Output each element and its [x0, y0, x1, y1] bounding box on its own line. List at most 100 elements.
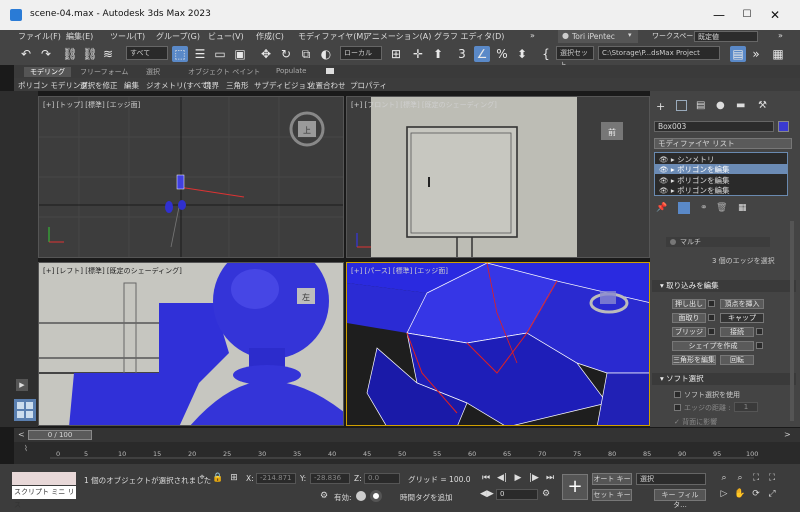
toolbar-overflow-chevron[interactable]: »	[748, 46, 764, 62]
keyboard-shortcut-icon[interactable]: ⬆	[430, 46, 446, 62]
orbit-icon[interactable]: ⟳	[750, 488, 762, 500]
user-account[interactable]: ● Tori iPentec ▾	[558, 30, 638, 43]
angle-snap-icon[interactable]: ∠	[474, 46, 490, 62]
configure-sets-icon[interactable]: ▦	[738, 203, 747, 213]
stack-item-edit-poly-3[interactable]: 👁 ▸ ポリゴンを編集	[659, 185, 730, 196]
minimize-button[interactable]: —	[710, 6, 728, 24]
y-coord-field[interactable]: -28.836	[310, 473, 350, 484]
time-slider-thumb[interactable]: 0 / 100	[28, 430, 92, 440]
tab-freeform[interactable]: フリーフォーム	[80, 67, 128, 77]
set-key-button[interactable]: セット キー	[592, 489, 632, 501]
use-soft-selection-checkbox[interactable]	[674, 391, 681, 398]
time-tag-icon[interactable]	[370, 490, 382, 502]
move-icon[interactable]: ✥	[258, 46, 274, 62]
menu-edit[interactable]: 編集(E)	[66, 31, 93, 42]
edit-triangles-button[interactable]: 三角形を編集	[672, 355, 716, 365]
bridge-settings-icon[interactable]	[708, 328, 715, 335]
affect-backfacing-option[interactable]: ✓ 背面に影響	[674, 417, 717, 427]
viewport-left[interactable]: 左 [+] [レフト] [標準] [既定のシェーディング]	[38, 262, 344, 426]
insert-vertex-button[interactable]: 頂点を挿入	[720, 299, 764, 309]
menu-tools[interactable]: ツール(T)	[110, 31, 145, 42]
key-selection-dropdown[interactable]: 選択	[636, 473, 706, 485]
select-object-icon[interactable]: ⬚	[172, 46, 188, 62]
zoom-all-icon[interactable]: ⌕	[734, 472, 746, 484]
current-frame-field[interactable]: 0	[496, 489, 538, 500]
x-coord-field[interactable]: -214.871	[256, 473, 296, 484]
maxscript-listener-top[interactable]	[12, 472, 76, 485]
viewport-top-label[interactable]: [+] [トップ] [標準] [エッジ面]	[43, 100, 140, 110]
goto-end-icon[interactable]: ⏭	[544, 472, 556, 484]
add-time-tag-label[interactable]: 時間タグを追加	[400, 492, 453, 503]
selection-filter-dropdown[interactable]: すべて	[126, 46, 168, 60]
menu-modifiers[interactable]: モディファイヤ(M)	[298, 31, 366, 42]
create-tab-icon[interactable]: +	[656, 100, 665, 113]
unlink-icon[interactable]: ⛓	[82, 46, 98, 62]
menu-group[interactable]: グループ(G)	[156, 31, 200, 42]
ribbon-triangles[interactable]: 三角形	[226, 80, 249, 91]
ribbon-properties[interactable]: プロパティ	[350, 80, 387, 91]
next-key-icon[interactable]: |▶	[528, 472, 540, 484]
enabled-toggle[interactable]	[356, 491, 366, 501]
auto-key-button[interactable]: オート キー	[592, 473, 632, 485]
menu-animation[interactable]: アニメーション(A)	[364, 31, 431, 42]
snaps-toggle-icon[interactable]: 3	[454, 46, 470, 62]
project-path-field[interactable]: C:\Storage\P...dsMax Project	[598, 46, 720, 60]
tab-object-paint[interactable]: オブジェクト ペイント	[188, 67, 260, 77]
edit-named-sets-icon[interactable]: {	[538, 46, 554, 62]
display-tab-icon[interactable]: ▬	[736, 100, 745, 111]
menu-file[interactable]: ファイル(F)	[18, 31, 61, 42]
undo-icon[interactable]: ↶	[18, 46, 34, 62]
ribbon-edit[interactable]: 編集	[124, 80, 139, 91]
zoom-extents-all-icon[interactable]: ⛶	[766, 472, 778, 484]
create-shape-settings-icon[interactable]	[756, 342, 763, 349]
remove-modifier-icon[interactable]: 🗑	[716, 203, 727, 213]
connect-button[interactable]: 接続	[720, 327, 754, 337]
modify-tab-icon[interactable]	[676, 100, 687, 111]
spinner-snap-icon[interactable]: ⬍	[514, 46, 530, 62]
window-crossing-icon[interactable]: ▣	[232, 46, 248, 62]
fov-icon[interactable]: ▷	[718, 488, 730, 500]
viewport-perspective[interactable]: [+] [パース] [標準] [エッジ面]	[346, 262, 650, 426]
time-config-icon[interactable]: ⚙	[540, 488, 552, 500]
object-color-swatch[interactable]	[778, 121, 789, 132]
isolate-selection-icon[interactable]: ⌖	[196, 472, 208, 484]
edge-distance-spinner[interactable]: 1	[734, 402, 758, 412]
menu-create[interactable]: 作成(C)	[256, 31, 284, 42]
ribbon-subdivision[interactable]: サブディビジョン	[254, 80, 313, 91]
viewport-persp-label[interactable]: [+] [パース] [標準] [エッジ面]	[351, 266, 448, 276]
utilities-tab-icon[interactable]: ⚒	[758, 100, 767, 111]
modifier-list-dropdown[interactable]: モディファイヤ リスト	[654, 138, 792, 149]
ribbon-borders[interactable]: 境界	[204, 80, 219, 91]
turn-button[interactable]: 回転	[720, 355, 754, 365]
multi-option[interactable]: マルチ	[666, 237, 770, 247]
key-filters-button[interactable]: キー フィルタ...	[654, 489, 706, 509]
hierarchy-tab-icon[interactable]: ▤	[696, 100, 705, 111]
set-key-big-icon[interactable]: +	[562, 474, 588, 500]
pin-stack-icon[interactable]: 📌	[656, 203, 667, 213]
lock-selection-icon[interactable]: 🔒	[212, 472, 224, 484]
pan-icon[interactable]: ✋	[734, 488, 746, 500]
goto-start-icon[interactable]: ⏮	[480, 472, 492, 484]
scale-icon[interactable]: ⧉	[298, 46, 314, 62]
menu-view[interactable]: ビュー(V)	[208, 31, 244, 42]
stack-item-edit-poly-1[interactable]: 👁 ▸ ポリゴンを編集	[655, 164, 787, 174]
menu-more-chevron[interactable]: »	[530, 31, 535, 40]
play-viewport-icon[interactable]: ▶	[16, 379, 28, 391]
motion-tab-icon[interactable]: ●	[716, 100, 725, 111]
time-slider[interactable]: < 0 / 100 >	[14, 428, 800, 442]
tab-modeling[interactable]: モデリング	[24, 67, 71, 77]
curve-editor-icon[interactable]: ⌇	[24, 444, 28, 453]
viewport-top[interactable]: 上 [+] [トップ] [標準] [エッジ面]	[38, 96, 344, 258]
rollout-edit-edges[interactable]: ▾ 取り込みを編集	[652, 280, 796, 292]
save-icon[interactable]: ▤	[730, 46, 746, 62]
next-frame-icon[interactable]: >	[784, 430, 791, 439]
menu-graph-editors[interactable]: グラフ エディタ(D)	[434, 31, 504, 42]
edge-distance-checkbox[interactable]	[674, 404, 681, 411]
menu-overflow-chevron[interactable]: »	[778, 31, 783, 40]
extrude-settings-icon[interactable]	[708, 300, 715, 307]
rect-select-region-icon[interactable]: ▭	[212, 46, 228, 62]
link-icon[interactable]: ⛓	[62, 46, 78, 62]
z-coord-field[interactable]: 0.0	[364, 473, 400, 484]
ribbon-align[interactable]: 位置合わせ	[308, 80, 346, 91]
bridge-button[interactable]: ブリッジ	[672, 327, 706, 337]
